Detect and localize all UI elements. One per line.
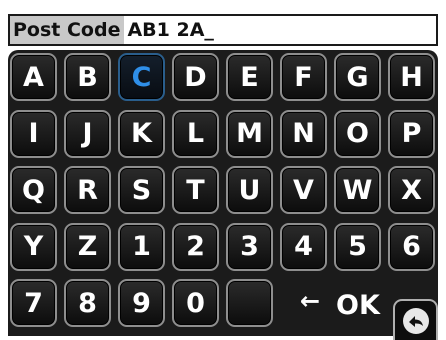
- keyboard-key-n[interactable]: N: [280, 109, 327, 158]
- keyboard-key-label: 5: [348, 231, 367, 262]
- keyboard-key-label: R: [77, 174, 98, 206]
- postcode-label: Post Code: [10, 16, 125, 44]
- keyboard-key-v[interactable]: V: [280, 166, 327, 214]
- keyboard-key-label: B: [77, 61, 98, 93]
- postcode-entry-screen: Post Code AB1 2A_ A B CD E F GH I J K LMNO P QR S T UV…: [0, 0, 446, 340]
- keyboard-key-u[interactable]: U: [226, 166, 273, 214]
- keyboard-key-2[interactable]: 2: [172, 222, 219, 271]
- keyboard-key-label: 3: [240, 231, 259, 262]
- keyboard-key-label: 6: [402, 231, 421, 262]
- keyboard-key-label: F: [294, 61, 313, 93]
- keyboard-key-o[interactable]: O: [334, 109, 381, 158]
- keyboard-key-h[interactable]: H: [388, 53, 435, 101]
- backspace-button[interactable]: ←: [300, 289, 320, 313]
- keyboard-key-label: X: [401, 174, 422, 206]
- keyboard-key-a[interactable]: A: [10, 53, 57, 101]
- postcode-entry-field[interactable]: Post Code AB1 2A_: [8, 14, 438, 46]
- keyboard-key-k[interactable]: K: [118, 109, 165, 158]
- keyboard-key-5[interactable]: 5: [334, 222, 381, 271]
- keyboard-key-label: L: [186, 118, 205, 149]
- keyboard-key-label: A: [23, 61, 44, 93]
- keyboard-key-m[interactable]: M: [226, 109, 273, 158]
- keyboard-key-g[interactable]: G: [334, 53, 381, 101]
- keyboard-key-label: D: [184, 61, 207, 93]
- keyboard-key-label: V: [293, 174, 314, 206]
- keyboard-key-label: S: [131, 174, 152, 206]
- keyboard-key-t[interactable]: T: [172, 166, 219, 214]
- keyboard-key-label: 7: [24, 287, 43, 319]
- keyboard-key-label: I: [28, 118, 39, 149]
- ok-button[interactable]: OK: [336, 292, 380, 319]
- keyboard-key-label: J: [82, 118, 93, 149]
- keyboard-key-label: U: [238, 174, 261, 206]
- keyboard-key-i[interactable]: I: [10, 109, 57, 158]
- postcode-value: AB1 2A_: [127, 19, 214, 41]
- keyboard-key-b[interactable]: B: [64, 53, 111, 101]
- keyboard-key-label: 4: [294, 231, 313, 262]
- keyboard-key-label: M: [236, 118, 263, 149]
- exit-button[interactable]: [393, 299, 438, 340]
- keyboard-key-w[interactable]: W: [334, 166, 381, 214]
- keyboard-key-x[interactable]: X: [388, 166, 435, 214]
- keyboard-key-s[interactable]: S: [118, 166, 165, 214]
- keyboard-key-label: 8: [78, 287, 97, 319]
- keyboard-key-3[interactable]: 3: [226, 222, 273, 271]
- keyboard-key-f[interactable]: F: [280, 53, 327, 101]
- keyboard-key-label: C: [131, 61, 152, 93]
- keyboard-key-label: 1: [132, 231, 151, 262]
- keyboard-key-q[interactable]: Q: [10, 166, 57, 214]
- keyboard-key-c[interactable]: C: [118, 53, 165, 101]
- keyboard-key-4[interactable]: 4: [280, 222, 327, 271]
- keyboard-key-label: Q: [22, 174, 45, 206]
- keyboard-key-label: N: [292, 118, 315, 149]
- return-arrow-icon: [402, 307, 429, 334]
- keyboard-key-label: T: [186, 174, 205, 206]
- keyboard-key-9[interactable]: 9: [118, 279, 165, 327]
- keyboard-key-l[interactable]: L: [172, 109, 219, 158]
- keyboard-key-label: K: [131, 118, 152, 149]
- keyboard-key-label: Y: [23, 231, 44, 262]
- keyboard-key-label: E: [240, 61, 259, 93]
- keyboard-key-7[interactable]: 7: [10, 279, 57, 327]
- keyboard-key-j[interactable]: J: [64, 109, 111, 158]
- keyboard-key-z[interactable]: Z: [64, 222, 111, 271]
- keyboard-key-e[interactable]: E: [226, 53, 273, 101]
- keyboard-key-label: H: [400, 61, 423, 93]
- keyboard-key-label: 9: [132, 287, 151, 319]
- keyboard-key-6[interactable]: 6: [388, 222, 435, 271]
- keyboard-key-r[interactable]: R: [64, 166, 111, 214]
- keyboard-key-1[interactable]: 1: [118, 222, 165, 271]
- keyboard-key-p[interactable]: P: [388, 109, 435, 158]
- keyboard-key-8[interactable]: 8: [64, 279, 111, 327]
- keyboard-key-label: Z: [77, 231, 98, 262]
- keyboard-key-d[interactable]: D: [172, 53, 219, 101]
- keyboard-key-label: O: [346, 118, 369, 149]
- keyboard-key-label: P: [401, 118, 422, 149]
- keyboard-key-label: G: [346, 61, 369, 93]
- keyboard-key-label: W: [342, 174, 373, 206]
- keyboard-key-0[interactable]: 0: [172, 279, 219, 327]
- keyboard-key-y[interactable]: Y: [10, 222, 57, 271]
- keyboard-key-blank[interactable]: [226, 279, 273, 327]
- keyboard-key-label: 2: [186, 231, 205, 262]
- keyboard-key-label: 0: [186, 287, 205, 319]
